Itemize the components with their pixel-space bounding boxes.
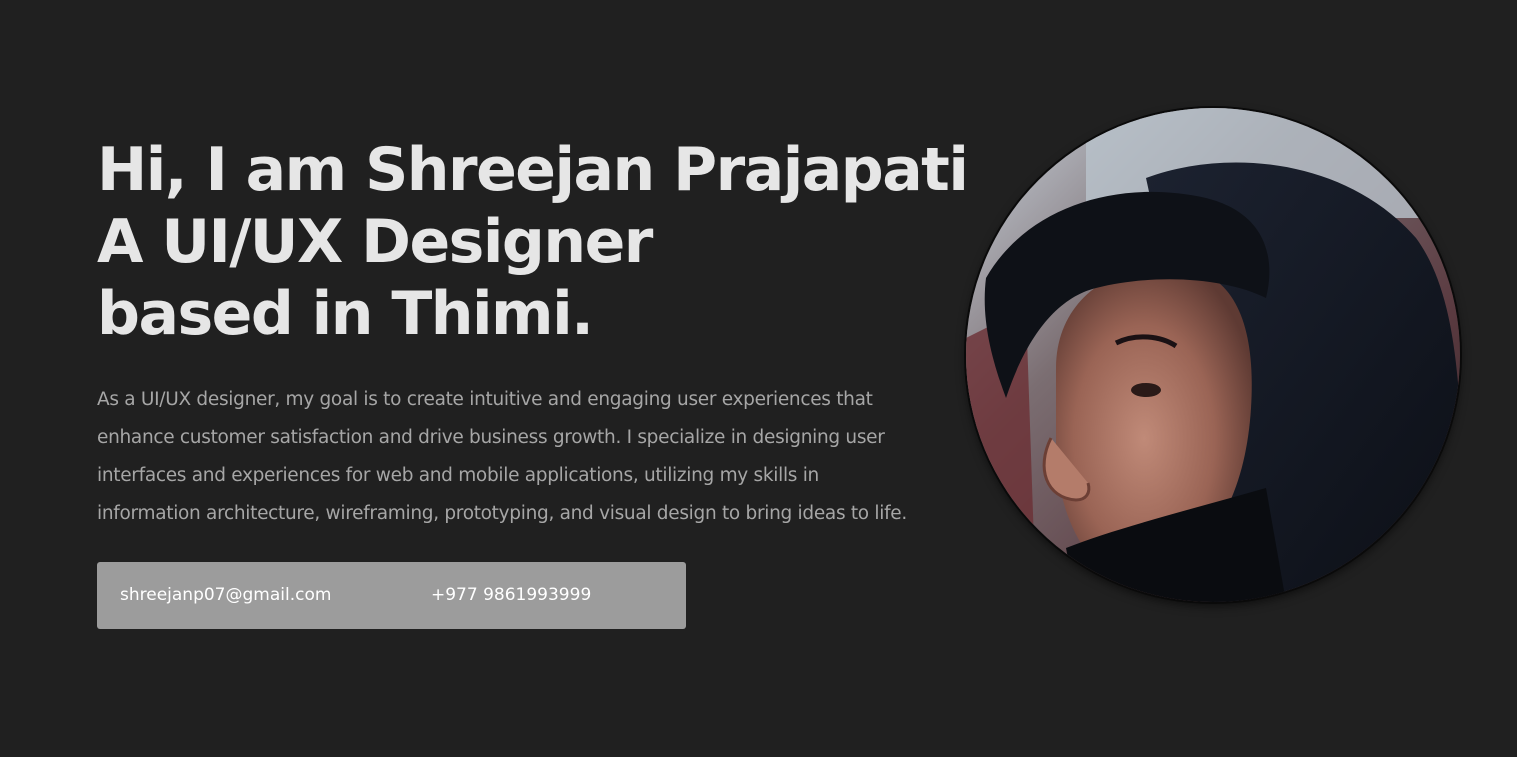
profile-photo (966, 108, 1460, 602)
heading-line-location: based in Thimi. (97, 279, 594, 349)
heading-line-role: A UI/UX Designer (97, 207, 653, 277)
profile-portrait-illustration (966, 108, 1460, 602)
bio-line: enhance customer satisfaction and drive … (97, 427, 885, 448)
phone-link[interactable]: +977 9861993999 (431, 562, 591, 629)
bio-line: As a UI/UX designer, my goal is to creat… (97, 389, 873, 410)
contact-bar: shreejanp07@gmail.com +977 9861993999 (97, 562, 686, 629)
bio-line: information architecture, wireframing, p… (97, 503, 907, 524)
hero-section: Hi, I am Shreejan Prajapati A UI/UX Desi… (0, 0, 1517, 757)
hero-heading: Hi, I am Shreejan Prajapati A UI/UX Desi… (97, 134, 969, 350)
heading-line-greeting: Hi, I am Shreejan Prajapati (97, 135, 969, 205)
bio-paragraph: As a UI/UX designer, my goal is to creat… (97, 381, 967, 533)
email-link[interactable]: shreejanp07@gmail.com (120, 562, 331, 629)
bio-line: interfaces and experiences for web and m… (97, 465, 819, 486)
